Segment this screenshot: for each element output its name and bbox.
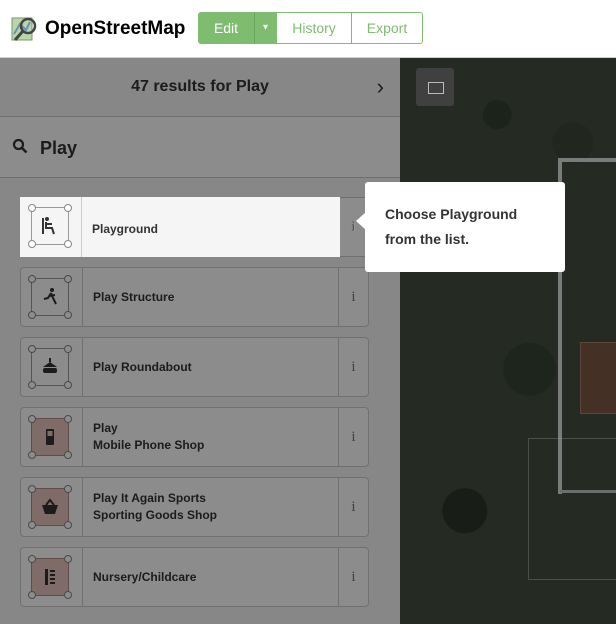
area-shape bbox=[28, 415, 72, 459]
preset-info-icon[interactable]: i bbox=[338, 548, 368, 606]
preset-item-mobile-phone-shop[interactable]: Play Mobile Phone Shop i bbox=[20, 407, 369, 467]
background-layers-button[interactable] bbox=[416, 68, 454, 106]
layers-icon bbox=[428, 82, 444, 94]
preset-label: Nursery/Childcare bbox=[93, 569, 197, 584]
area-shape bbox=[28, 204, 72, 248]
playground-icon bbox=[42, 217, 55, 235]
area-shape bbox=[28, 555, 72, 599]
preset-item-play-roundabout[interactable]: Play Roundabout i bbox=[20, 337, 369, 397]
map-canvas[interactable] bbox=[400, 58, 616, 624]
preset-icon-box bbox=[21, 268, 83, 326]
area-shape bbox=[28, 275, 72, 319]
results-header: 47 results for Play › bbox=[0, 58, 400, 117]
search-row bbox=[0, 117, 400, 178]
next-chevron-right-icon[interactable]: › bbox=[377, 74, 384, 100]
preset-info-icon[interactable]: i bbox=[338, 268, 368, 326]
tooltip-text-line: from the list. bbox=[385, 231, 470, 247]
history-button[interactable]: History bbox=[276, 12, 352, 44]
preset-label: Play Mobile Phone Shop bbox=[93, 421, 205, 452]
preset-item-nursery-childcare[interactable]: Nursery/Childcare i bbox=[20, 547, 369, 607]
search-icon bbox=[12, 138, 28, 154]
highlighted-preset-playground[interactable]: Playground bbox=[20, 197, 340, 257]
top-toolbar: OpenStreetMap Edit ▾ History Export bbox=[0, 0, 616, 58]
preset-item-sporting-goods-shop[interactable]: Play It Again Sports Sporting Goods Shop … bbox=[20, 477, 369, 537]
preset-label: Play It Again Sports Sporting Goods Shop bbox=[93, 491, 217, 522]
preset-icon-box bbox=[21, 478, 83, 536]
export-button[interactable]: Export bbox=[351, 12, 423, 44]
openstreetmap-logo-icon bbox=[11, 17, 37, 41]
mobile-phone-icon bbox=[46, 429, 54, 445]
preset-icon-box bbox=[21, 338, 83, 396]
preset-info-icon[interactable]: i bbox=[338, 338, 368, 396]
play-structure-icon bbox=[43, 288, 57, 305]
preset-icon-box bbox=[21, 548, 83, 606]
area-shape bbox=[28, 485, 72, 529]
area-shape bbox=[28, 345, 72, 389]
walkthrough-tooltip: Choose Playground from the list. bbox=[365, 182, 565, 272]
search-input[interactable] bbox=[38, 129, 382, 167]
tooltip-text-line: Choose Playground bbox=[385, 206, 518, 222]
preset-label: Play Roundabout bbox=[93, 359, 192, 374]
highlighted-preset-label: Playground bbox=[92, 222, 159, 236]
preset-info-icon[interactable]: i bbox=[338, 408, 368, 466]
roundabout-icon bbox=[43, 358, 57, 373]
app-title: OpenStreetMap bbox=[45, 18, 186, 39]
preset-label: Play Structure bbox=[93, 289, 175, 304]
edit-dropdown-chevron-down-icon[interactable]: ▾ bbox=[254, 12, 277, 44]
preset-info-icon[interactable]: i bbox=[338, 478, 368, 536]
preset-list: Playground i Play Structure i Play Rou bbox=[20, 197, 370, 617]
edit-button[interactable]: Edit bbox=[198, 12, 254, 44]
basket-icon bbox=[42, 498, 58, 514]
preset-item-play-structure[interactable]: Play Structure i bbox=[20, 267, 369, 327]
sidebar: 47 results for Play › Playground i bbox=[0, 58, 400, 624]
preset-icon-box bbox=[21, 408, 83, 466]
childcare-icon bbox=[45, 569, 55, 585]
preset-icon-box bbox=[20, 197, 82, 257]
results-title: 47 results for Play bbox=[131, 78, 269, 95]
map-dim-overlay bbox=[400, 58, 616, 624]
